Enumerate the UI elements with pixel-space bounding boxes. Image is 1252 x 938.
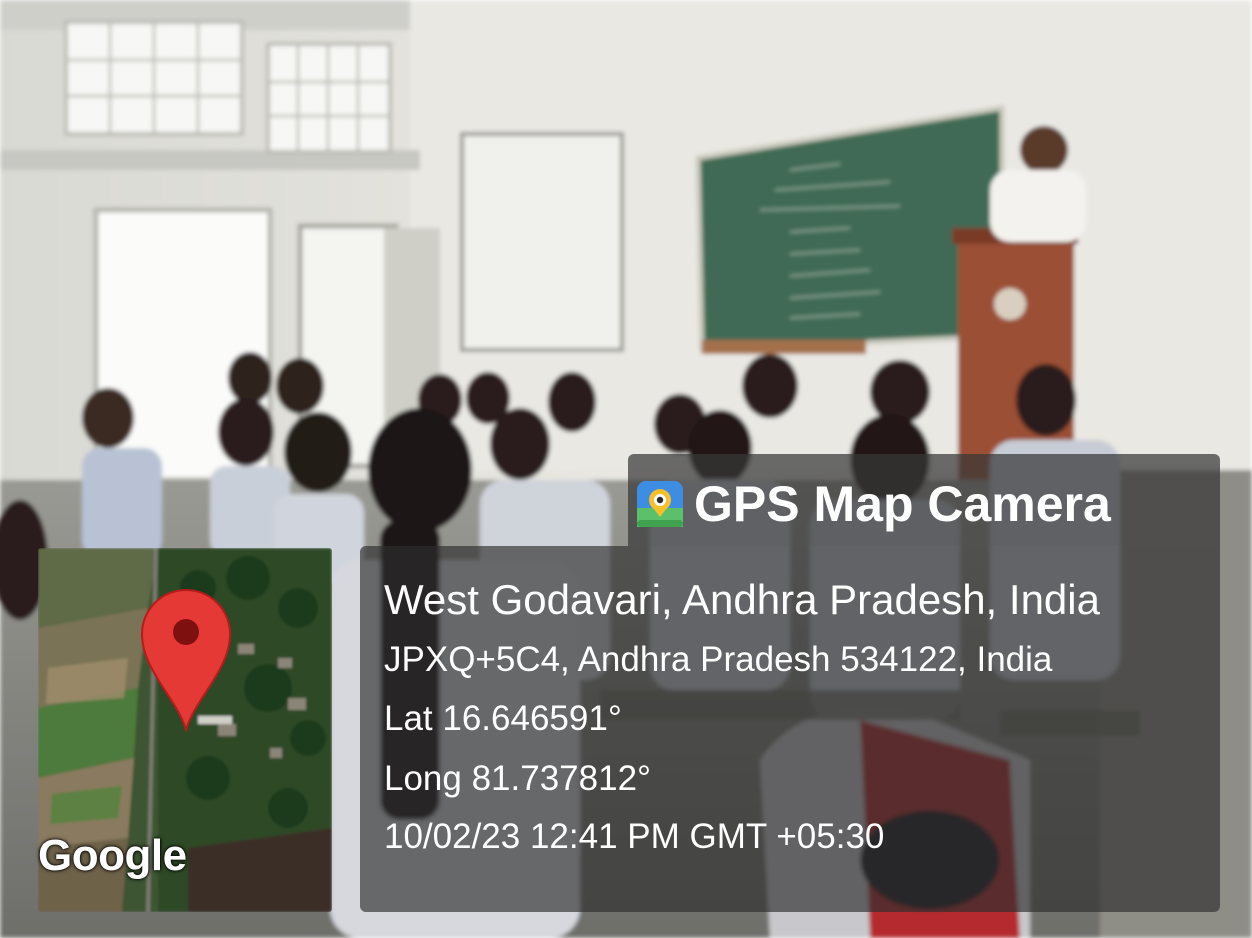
gps-map-camera-app-icon [637, 481, 683, 527]
plus-code-line: JPXQ+5C4, Andhra Pradesh 534122, India [384, 640, 1053, 679]
app-title: GPS Map Camera [694, 476, 1111, 532]
google-watermark: Google [38, 831, 187, 880]
address-line: West Godavari, Andhra Pradesh, India [384, 576, 1100, 623]
longitude-line: Long 81.737812° [384, 759, 652, 798]
timestamp-line: 10/02/23 12:41 PM GMT +05:30 [384, 817, 885, 856]
photo-frame: GPS Map Camera West Godavari, Andhra Pra… [0, 0, 1252, 938]
latitude-line: Lat 16.646591° [384, 699, 622, 738]
location-pin-icon [140, 589, 232, 732]
